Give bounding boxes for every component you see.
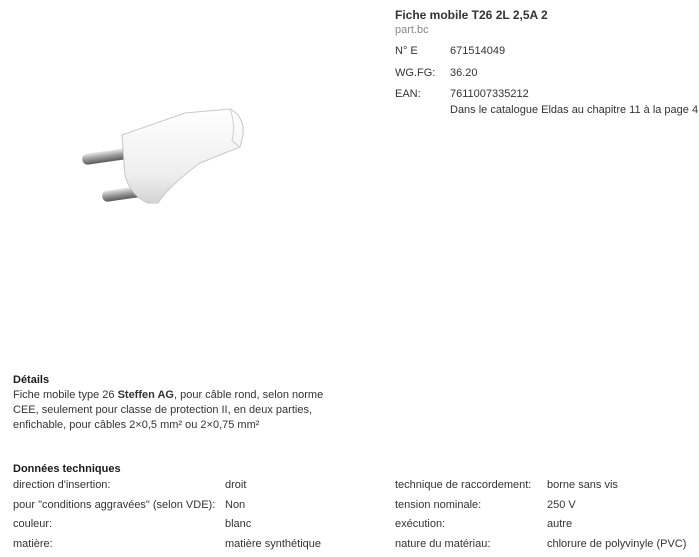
tech-heading: Données techniques: [13, 463, 121, 475]
tech-label: tension nominale:: [395, 499, 481, 511]
meta-value: 36.20: [450, 67, 478, 79]
meta-label: EAN:: [395, 88, 450, 100]
meta-label: WG.FG:: [395, 67, 450, 79]
tech-value: autre: [547, 518, 572, 530]
tech-label: couleur:: [13, 518, 52, 530]
table-row: direction d'insertion: droit technique d…: [13, 479, 699, 499]
details-text-pre: Fiche mobile type 26: [13, 389, 118, 401]
details-text: Fiche mobile type 26 Steffen AG, pour câ…: [13, 388, 333, 433]
table-row: couleur: blanc exécution: autre: [13, 518, 699, 538]
tech-value: borne sans vis: [547, 479, 618, 491]
details-brand: Steffen AG: [118, 389, 174, 401]
product-title: Fiche mobile T26 2L 2,5A 2: [395, 8, 548, 22]
tech-value: Non: [225, 499, 245, 511]
meta-value: 7611007335212: [450, 88, 529, 100]
tech-value: matière synthétique: [225, 538, 321, 550]
meta-value: 671514049: [450, 45, 505, 57]
details-heading: Détails: [13, 374, 49, 386]
table-row: matière: matière synthétique nature du m…: [13, 538, 699, 557]
plug-body: [122, 109, 243, 203]
tech-label: exécution:: [395, 518, 445, 530]
tech-value: 250 V: [547, 499, 576, 511]
meta-label: N° E: [395, 45, 450, 57]
tech-label: direction d'insertion:: [13, 479, 111, 491]
tech-label: matière:: [13, 538, 53, 550]
tech-label: technique de raccordement:: [395, 479, 531, 491]
tech-label: nature du matériau:: [395, 538, 490, 550]
product-image: [60, 95, 260, 215]
tech-label: pour "conditions aggravées" (selon VDE):: [13, 499, 215, 511]
product-subtitle: part.bc: [395, 24, 429, 36]
tech-value: chlorure de polyvinyle (PVC): [547, 538, 686, 550]
tech-value: droit: [225, 479, 246, 491]
tech-value: blanc: [225, 518, 251, 530]
tech-table: direction d'insertion: droit technique d…: [13, 479, 699, 557]
catalogue-reference: Dans le catalogue Eldas au chapitre 11 à…: [450, 104, 698, 116]
table-row: pour "conditions aggravées" (selon VDE):…: [13, 499, 699, 519]
